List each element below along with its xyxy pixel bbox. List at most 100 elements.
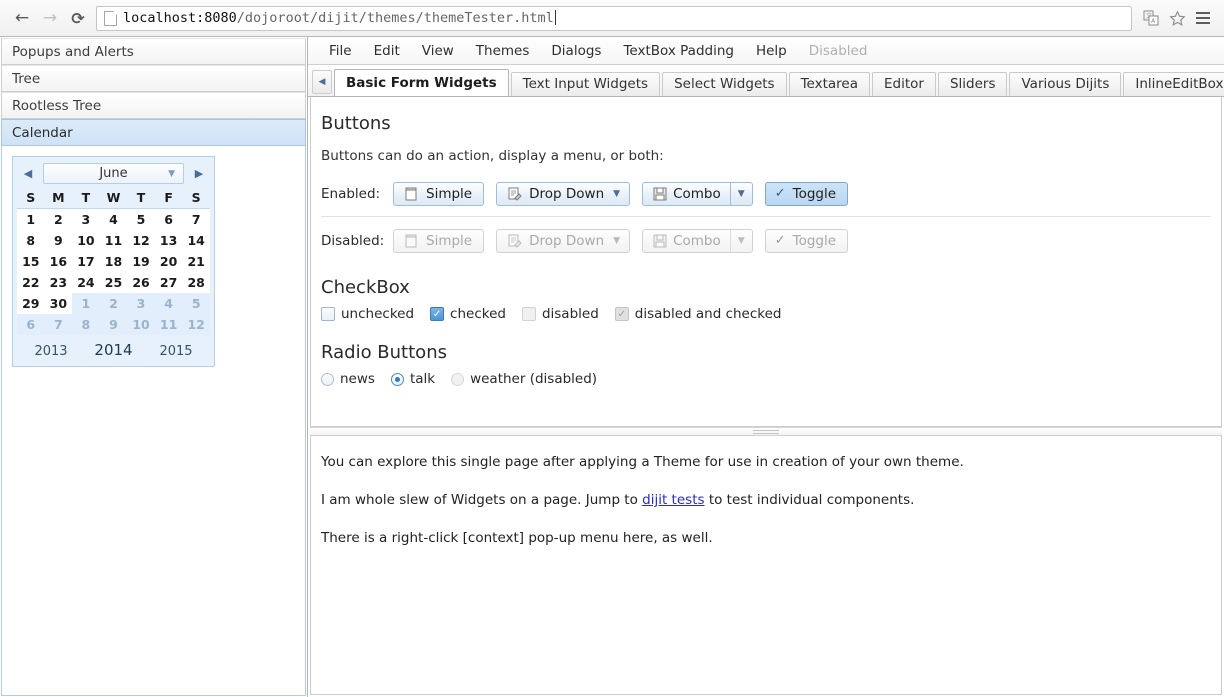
radio-news[interactable] (321, 372, 334, 386)
sidebar-item-tree[interactable]: Tree (1, 65, 306, 92)
tab-various-dijits[interactable]: Various Dijits (1009, 72, 1122, 96)
calendar-day[interactable]: 21 (182, 251, 210, 272)
calendar-day[interactable]: 27 (154, 272, 183, 293)
reload-icon[interactable]: ⟳ (64, 4, 92, 32)
calendar-year-current[interactable]: 2014 (94, 341, 132, 359)
calendar-week-row: 29 30 1 2 3 4 5 (17, 293, 210, 314)
menu-item-view[interactable]: View (411, 39, 465, 63)
calendar-day[interactable]: 18 (99, 251, 128, 272)
menu-item-file[interactable]: File (318, 39, 363, 63)
calendar-day[interactable]: 2 (44, 208, 73, 230)
scroll-left-icon[interactable]: ◀ (312, 70, 332, 94)
calendar-day[interactable]: 15 (17, 251, 45, 272)
calendar-day[interactable]: 20 (154, 251, 183, 272)
tab-sliders[interactable]: Sliders (937, 72, 1008, 96)
main-area: File Edit View Themes Dialogs TextBox Pa… (308, 37, 1224, 697)
calendar-day[interactable]: 5 (127, 208, 155, 230)
sidebar-item-rootless-tree[interactable]: Rootless Tree (1, 92, 306, 119)
calendar-day-adjacent[interactable]: 7 (44, 314, 73, 335)
radio-talk[interactable] (390, 372, 404, 386)
horizontal-splitter[interactable] (310, 427, 1222, 436)
dropdown-button[interactable]: Drop Down ▼ (496, 182, 631, 206)
calendar-widget[interactable]: ◀ June ▼ ▶ S M T W T F S 1 2 3 4 5 6 7 8… (12, 156, 215, 367)
dijit-tests-link[interactable]: dijit tests (642, 492, 704, 508)
checkbox-row: unchecked ✓ checked disabled ✓ disabled … (321, 306, 1211, 322)
hamburger-menu-icon[interactable] (1190, 5, 1216, 31)
menu-item-textbox-padding[interactable]: TextBox Padding (612, 39, 745, 63)
calendar-day[interactable]: 24 (72, 272, 100, 293)
divider (321, 216, 1211, 217)
translate-icon[interactable]: 文A (1138, 5, 1164, 31)
calendar-day[interactable]: 12 (127, 230, 155, 251)
menu-item-dialogs[interactable]: Dialogs (540, 39, 612, 63)
calendar-day-adjacent[interactable]: 6 (17, 314, 45, 335)
menu-item-edit[interactable]: Edit (363, 39, 411, 63)
calendar-day-adjacent[interactable]: 9 (99, 314, 128, 335)
calendar-day-adjacent[interactable]: 2 (99, 293, 128, 314)
calendar-day-adjacent[interactable]: 11 (154, 314, 183, 335)
calendar-day[interactable]: 23 (44, 272, 73, 293)
calendar-day[interactable]: 26 (127, 272, 155, 293)
calendar-day[interactable]: 10 (72, 230, 100, 251)
checkbox-unchecked[interactable] (321, 307, 335, 321)
sidebar-item-popups-and-alerts[interactable]: Popups and Alerts (1, 38, 306, 65)
chevron-down-icon: ▼ (613, 189, 621, 199)
calendar-day-adjacent[interactable]: 1 (72, 293, 100, 314)
forward-arrow-icon[interactable]: → (36, 4, 64, 32)
address-bar[interactable]: localhost:8080/dojoroot/dijit/themes/the… (96, 5, 1132, 31)
calendar-year[interactable]: 2015 (159, 344, 192, 359)
tab-textarea[interactable]: Textarea (788, 72, 870, 96)
calendar-day-adjacent[interactable]: 4 (154, 293, 183, 314)
previous-month-icon[interactable]: ◀ (19, 167, 37, 180)
calendar-day[interactable]: 6 (154, 208, 183, 230)
calendar-day[interactable]: 4 (99, 208, 128, 230)
calendar-day[interactable]: 25 (99, 272, 128, 293)
calendar-day[interactable]: 3 (72, 208, 100, 230)
star-icon[interactable] (1164, 5, 1190, 31)
calendar-day[interactable]: 8 (17, 230, 45, 251)
calendar-day[interactable]: 16 (44, 251, 73, 272)
menu-item-themes[interactable]: Themes (465, 39, 541, 63)
next-month-icon[interactable]: ▶ (190, 167, 208, 180)
back-arrow-icon[interactable]: ← (8, 4, 36, 32)
tab-basic-form-widgets[interactable]: Basic Form Widgets (334, 69, 509, 96)
calendar-day[interactable]: 1 (17, 208, 45, 230)
combo-button[interactable]: Combo ▼ (642, 182, 753, 206)
url-text: localhost:8080/dojoroot/dijit/themes/the… (123, 10, 556, 26)
calendar-day[interactable]: 11 (99, 230, 128, 251)
month-dropdown[interactable]: June ▼ (43, 163, 184, 184)
calendar-day-adjacent[interactable]: 5 (182, 293, 210, 314)
tab-select-widgets[interactable]: Select Widgets (662, 72, 787, 96)
calendar-day-adjacent[interactable]: 10 (127, 314, 155, 335)
tab-text-input-widgets[interactable]: Text Input Widgets (510, 72, 661, 96)
workspace: Popups and Alerts Tree Rootless Tree Cal… (0, 37, 1224, 697)
tab-inlineeditbox[interactable]: InlineEditBox (1123, 72, 1224, 96)
calendar-year[interactable]: 2013 (34, 344, 67, 359)
checkbox-disabled-label: disabled (541, 306, 599, 322)
tab-editor[interactable]: Editor (872, 72, 936, 96)
checkbox-checked[interactable]: ✓ (430, 307, 445, 321)
sidebar-item-calendar[interactable]: Calendar (1, 119, 306, 146)
combo-chevron-down-icon[interactable]: ▼ (729, 183, 752, 205)
radio-row: news talk weather (disabled) (321, 371, 1211, 387)
calendar-day[interactable]: 30 (44, 293, 73, 314)
calendar-day[interactable]: 7 (182, 208, 210, 230)
simple-button[interactable]: Simple (393, 182, 485, 206)
text-caret (554, 10, 556, 25)
calendar-day[interactable]: 29 (17, 293, 45, 314)
calendar-day[interactable]: 28 (182, 272, 210, 293)
dayname: S (17, 189, 45, 209)
combo-button-main[interactable]: Combo (643, 183, 730, 205)
calendar-day-adjacent[interactable]: 8 (72, 314, 100, 335)
calendar-day[interactable]: 9 (44, 230, 73, 251)
calendar-day[interactable]: 22 (17, 272, 45, 293)
calendar-day-adjacent[interactable]: 12 (182, 314, 210, 335)
menu-item-help[interactable]: Help (745, 39, 798, 63)
toggle-button[interactable]: ✓ Toggle (764, 182, 849, 206)
calendar-day[interactable]: 14 (182, 230, 210, 251)
calendar-day[interactable]: 13 (154, 230, 183, 251)
calendar-day[interactable]: 19 (127, 251, 155, 272)
simple-button-disabled: Simple (393, 229, 485, 253)
calendar-day[interactable]: 17 (72, 251, 100, 272)
calendar-day-adjacent[interactable]: 3 (127, 293, 155, 314)
